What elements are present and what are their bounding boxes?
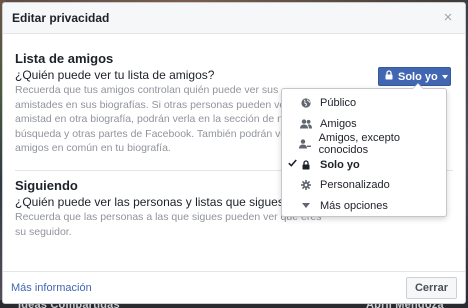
menu-item-label: Amigos bbox=[320, 117, 357, 130]
friends-list-title: Lista de amigos bbox=[15, 51, 114, 66]
lock-icon bbox=[299, 160, 313, 170]
friends-icon bbox=[299, 119, 313, 129]
menu-item-more-options[interactable]: Más opciones bbox=[282, 196, 446, 217]
dialog-header: Editar privacidad × bbox=[3, 3, 465, 34]
friends-except-icon bbox=[298, 139, 311, 149]
chevron-down-icon bbox=[441, 74, 448, 79]
close-button[interactable]: Cerrar bbox=[405, 277, 457, 299]
checkmark-icon bbox=[285, 159, 299, 170]
menu-item-friends-except[interactable]: Amigos, excepto conocidos bbox=[282, 132, 446, 157]
menu-item-label: Más opciones bbox=[320, 199, 388, 212]
menu-item-label: Amigos, excepto conocidos bbox=[318, 132, 400, 157]
menu-item-label: Público bbox=[320, 97, 357, 110]
dialog-footer: Más información Cerrar bbox=[3, 271, 465, 303]
dialog-title: Editar privacidad bbox=[12, 11, 110, 25]
menu-item-label: Personalizado bbox=[320, 179, 390, 192]
lock-icon bbox=[385, 70, 393, 83]
help-line: su seguidor. bbox=[15, 225, 72, 238]
audience-menu: Público Amigos Amigos, excepto conocidos bbox=[281, 83, 447, 217]
close-icon[interactable]: × bbox=[441, 10, 455, 25]
menu-item-public[interactable]: Público bbox=[282, 93, 446, 114]
audience-selector-label: Solo yo bbox=[398, 70, 438, 83]
globe-icon bbox=[299, 98, 313, 108]
more-info-link[interactable]: Más información bbox=[11, 282, 92, 294]
menu-item-label: Solo yo bbox=[320, 158, 360, 171]
menu-item-only-me[interactable]: Solo yo bbox=[282, 155, 446, 176]
caret-down-icon bbox=[299, 203, 313, 209]
menu-item-friends[interactable]: Amigos bbox=[282, 114, 446, 135]
gear-icon bbox=[299, 180, 313, 191]
menu-item-custom[interactable]: Personalizado bbox=[282, 175, 446, 196]
